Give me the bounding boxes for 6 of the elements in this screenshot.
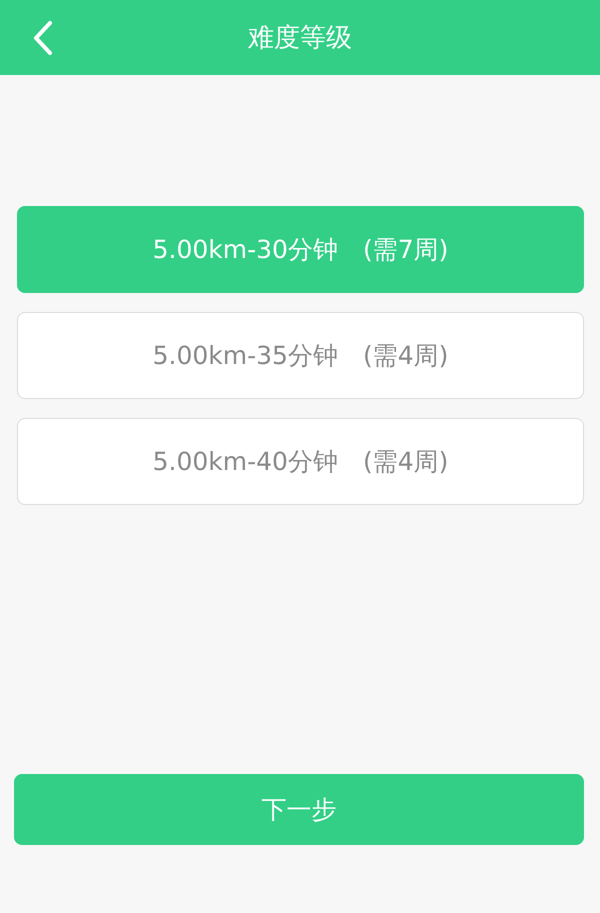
page-title: 难度等级 — [248, 22, 352, 55]
difficulty-option[interactable]: 5.00km-35分钟 (需4周) — [17, 312, 584, 399]
difficulty-option[interactable]: 5.00km-40分钟 (需4周) — [17, 418, 584, 505]
difficulty-option[interactable]: 5.00km-30分钟 (需7周) — [17, 206, 584, 293]
next-button[interactable]: 下一步 — [14, 774, 584, 845]
back-icon — [32, 20, 54, 56]
